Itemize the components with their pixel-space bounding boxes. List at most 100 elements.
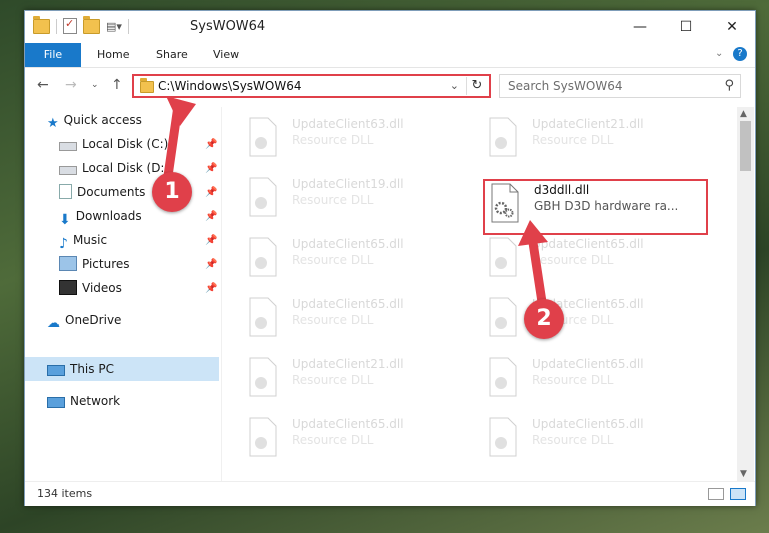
file-description: Resource DLL <box>532 433 614 447</box>
step-2-badge: 2 <box>524 299 564 339</box>
file-description: Resource DLL <box>292 313 374 327</box>
file-tile[interactable]: UpdateClient21.dll Resource DLL <box>242 353 464 405</box>
file-tile[interactable]: UpdateClient65.dll Resource DLL <box>242 233 464 285</box>
navigation-row: ← → ⌄ ↑ C:\Windows\SysWOW64 ⌄ ↻ Search S… <box>25 69 755 103</box>
vertical-scrollbar[interactable]: ▲ ▼ <box>737 107 754 481</box>
highlight-box <box>483 179 708 235</box>
file-description: Resource DLL <box>292 253 374 267</box>
sidebar-item-label: Local Disk (C:) <box>82 137 169 151</box>
sidebar-item-local-disk-c[interactable]: Local Disk (C:) <box>59 133 168 155</box>
sidebar-item-pictures[interactable]: Pictures <box>59 253 130 275</box>
drive-icon <box>59 142 77 151</box>
file-tile[interactable]: UpdateClient65.dll Resource DLL <box>482 413 704 465</box>
dll-file-icon <box>489 297 517 337</box>
file-list: UpdateClient63.dll Resource DLL UpdateCl… <box>222 107 736 481</box>
file-tile[interactable]: UpdateClient65.dll Resource DLL <box>482 293 704 345</box>
new-folder-icon[interactable] <box>83 15 100 34</box>
folder-icon <box>140 78 154 93</box>
file-description: Resource DLL <box>292 433 374 447</box>
pin-icon[interactable]: 📌 <box>205 163 217 174</box>
pin-icon[interactable]: 📌 <box>205 187 217 198</box>
scroll-thumb[interactable] <box>740 121 751 171</box>
file-name: UpdateClient63.dll <box>292 117 404 131</box>
dll-file-icon <box>249 237 277 277</box>
step-1-badge: 1 <box>152 172 192 212</box>
sidebar-item-videos[interactable]: Videos <box>59 277 122 299</box>
drive-icon <box>59 166 77 175</box>
file-description: Resource DLL <box>532 253 614 267</box>
search-box[interactable]: Search SysWOW64 ⚲ <box>499 74 741 98</box>
pin-icon[interactable]: 📌 <box>205 139 217 150</box>
sidebar-item-downloads[interactable]: ⬇ Downloads <box>59 205 142 228</box>
navigation-pane: ★ Quick access Local Disk (C:) 📌 Local Di… <box>25 107 221 481</box>
ribbon-tabs: File Home Share View ⌄ ? <box>25 43 755 68</box>
tab-home[interactable]: Home <box>83 43 143 67</box>
recent-locations-icon[interactable]: ⌄ <box>91 80 99 90</box>
tab-file[interactable]: File <box>25 43 81 67</box>
scroll-down-icon[interactable]: ▼ <box>740 469 747 479</box>
tab-share[interactable]: Share <box>142 43 202 67</box>
file-tile[interactable]: UpdateClient65.dll Resource DLL <box>482 353 704 405</box>
sidebar-item-label: Downloads <box>75 209 142 223</box>
customize-toolbar-icon[interactable]: ▤▾ <box>106 20 122 33</box>
refresh-icon[interactable]: ↻ <box>466 77 487 95</box>
sidebar-item-local-disk-d[interactable]: Local Disk (D:) <box>59 157 169 179</box>
ribbon-expand-icon[interactable]: ⌄ <box>715 48 723 59</box>
up-arrow-icon[interactable]: ↑ <box>111 77 123 93</box>
forward-arrow-icon[interactable]: → <box>65 77 77 93</box>
dll-file-icon <box>249 417 277 457</box>
file-name: UpdateClient65.dll <box>532 417 644 431</box>
sidebar-item-documents[interactable]: Documents <box>59 181 145 203</box>
pin-icon[interactable]: 📌 <box>205 259 217 270</box>
help-icon[interactable]: ? <box>733 47 747 61</box>
search-icon[interactable]: ⚲ <box>724 78 734 93</box>
dll-file-icon <box>249 117 277 157</box>
minimize-button[interactable]: — <box>617 11 663 43</box>
pin-icon[interactable]: 📌 <box>205 235 217 246</box>
scroll-up-icon[interactable]: ▲ <box>740 109 747 119</box>
folder-icon[interactable] <box>33 15 50 34</box>
file-name: UpdateClient21.dll <box>532 117 644 131</box>
sidebar-item-label: Documents <box>77 185 146 199</box>
sidebar-item-onedrive[interactable]: ☁ OneDrive <box>47 309 121 331</box>
file-tile[interactable]: UpdateClient63.dll Resource DLL <box>242 113 464 165</box>
dll-file-icon <box>489 117 517 157</box>
address-path[interactable]: C:\Windows\SysWOW64 <box>158 79 302 93</box>
file-description: Resource DLL <box>532 133 614 147</box>
tab-view[interactable]: View <box>199 43 253 67</box>
file-tile[interactable]: UpdateClient65.dll Resource DLL <box>242 413 464 465</box>
search-input[interactable]: Search SysWOW64 <box>508 79 622 93</box>
properties-icon[interactable] <box>63 17 77 34</box>
file-tile[interactable]: UpdateClient65.dll Resource DLL <box>242 293 464 345</box>
sidebar-item-network[interactable]: Network <box>47 390 120 412</box>
file-name: UpdateClient65.dll <box>532 237 644 251</box>
pin-icon[interactable]: 📌 <box>205 211 217 222</box>
file-name: UpdateClient65.dll <box>292 237 404 251</box>
large-icons-view-icon[interactable] <box>730 488 746 500</box>
item-count: 134 items <box>37 487 93 500</box>
network-icon <box>47 397 65 408</box>
toolbar-divider <box>56 18 57 34</box>
maximize-button[interactable]: ☐ <box>663 11 709 43</box>
sidebar-item-this-pc[interactable]: This PC <box>47 358 114 380</box>
sidebar-item-quick-access[interactable]: ★ Quick access <box>47 109 142 131</box>
dll-file-icon <box>489 237 517 277</box>
sidebar-item-music[interactable]: ♪ Music <box>59 229 107 252</box>
file-explorer-window: ▤▾ SysWOW64 — ☐ ✕ File Home Share View ⌄… <box>24 10 756 506</box>
pin-icon[interactable]: 📌 <box>205 283 217 294</box>
file-tile[interactable]: UpdateClient21.dll Resource DLL <box>482 113 704 165</box>
file-tile[interactable]: UpdateClient19.dll Resource DLL <box>242 173 464 225</box>
file-description: Resource DLL <box>292 373 374 387</box>
toolbar-divider <box>127 18 129 34</box>
address-bar[interactable]: C:\Windows\SysWOW64 ⌄ ↻ <box>132 74 491 98</box>
details-view-icon[interactable] <box>708 488 724 500</box>
file-name: UpdateClient65.dll <box>532 357 644 371</box>
address-dropdown-icon[interactable]: ⌄ <box>450 79 459 92</box>
back-arrow-icon[interactable]: ← <box>37 77 49 93</box>
close-button[interactable]: ✕ <box>709 11 755 43</box>
videos-icon <box>59 280 77 295</box>
sidebar-item-label: OneDrive <box>65 313 122 327</box>
file-tile[interactable]: UpdateClient65.dll Resource DLL <box>482 233 704 285</box>
dll-file-icon <box>489 357 517 397</box>
file-name: UpdateClient65.dll <box>292 297 404 311</box>
